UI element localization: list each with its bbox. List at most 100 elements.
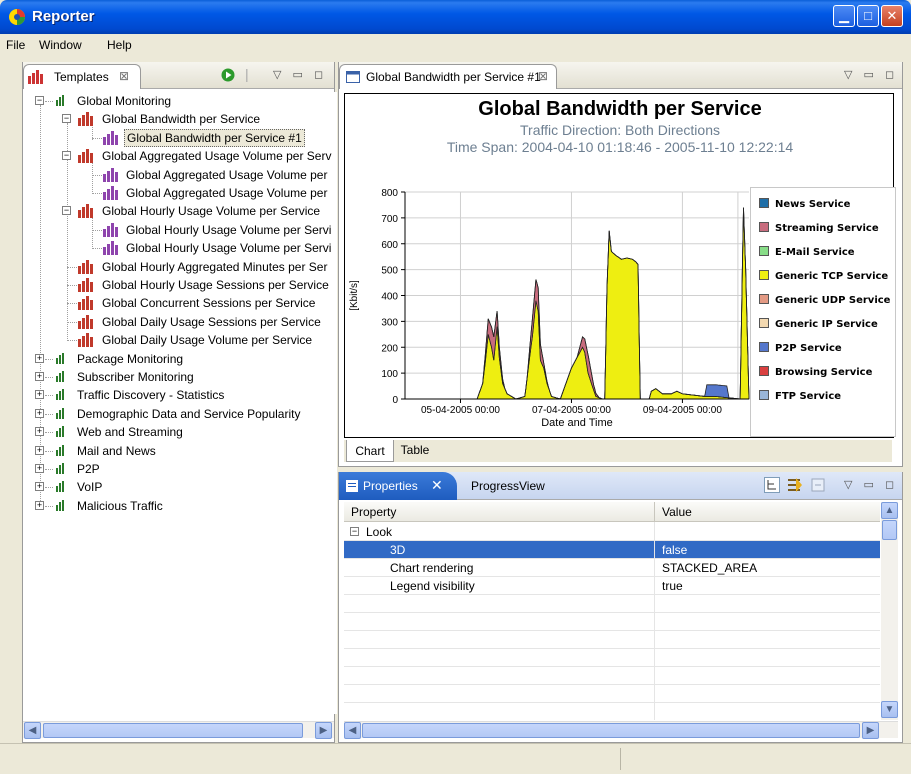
tree-node[interactable]: + P2P xyxy=(25,460,337,478)
group-chart-icon xyxy=(56,389,64,401)
tree-node[interactable]: Global Bandwidth per Service #1 xyxy=(25,128,337,147)
menu-bar: File Window Help xyxy=(0,34,911,56)
arrow-left-icon: ◀ xyxy=(28,725,37,736)
scroll-down-button[interactable]: ▼ xyxy=(881,701,898,718)
property-row[interactable]: 3D false xyxy=(344,541,880,559)
scroll-right-button[interactable]: ▶ xyxy=(862,722,879,739)
tree-node[interactable]: + Mail and News xyxy=(25,442,337,460)
tree-node[interactable]: Global Daily Usage Sessions per Service xyxy=(25,313,337,331)
scroll-thumb[interactable] xyxy=(882,520,897,540)
properties-hscrollbar[interactable]: ◀ ▶ xyxy=(344,721,898,739)
tree-node[interactable]: Global Hourly Usage Volume per Servi xyxy=(25,239,337,257)
tree-node[interactable]: Global Concurrent Sessions per Service xyxy=(25,294,337,312)
legend-swatch xyxy=(759,366,769,376)
expand-icon[interactable]: + xyxy=(35,427,44,437)
tree-node[interactable]: − Global Bandwidth per Service xyxy=(25,110,337,128)
tree-node[interactable]: + Subscriber Monitoring xyxy=(25,368,337,386)
tree-node[interactable]: Global Aggregated Usage Volume per xyxy=(25,184,337,202)
series-area-generic-tcp-service xyxy=(405,207,750,400)
close-icon[interactable]: ✕ xyxy=(431,477,443,494)
column-divider[interactable] xyxy=(654,502,655,522)
property-row[interactable]: Legend visibility true xyxy=(344,577,880,595)
templates-hscrollbar[interactable]: ◀ ▶ xyxy=(23,721,334,739)
tab-chart[interactable]: Chart xyxy=(346,440,394,462)
menu-window[interactable]: Window xyxy=(39,38,82,52)
tree-node[interactable]: Global Hourly Aggregated Minutes per Ser xyxy=(25,258,337,276)
view-menu-icon[interactable]: ▽ ▭ ◻ xyxy=(844,68,898,81)
properties-icon xyxy=(346,480,358,492)
collapse-icon[interactable]: − xyxy=(62,114,71,124)
expand-icon[interactable]: + xyxy=(35,445,44,455)
tab-properties[interactable]: Properties ✕ xyxy=(339,472,457,500)
tab-close-icon[interactable]: ⊠ xyxy=(538,69,548,83)
property-group-look[interactable]: − Look xyxy=(344,523,880,541)
collapse-icon[interactable]: − xyxy=(35,96,44,105)
expand-icon[interactable]: + xyxy=(35,353,44,363)
tree-node[interactable]: Global Aggregated Usage Volume per xyxy=(25,166,337,184)
properties-vscrollbar[interactable]: ▲ ▼ xyxy=(881,502,898,720)
tab-properties-label: Properties xyxy=(363,479,418,493)
filter-icon[interactable] xyxy=(786,477,804,493)
report-icon xyxy=(78,149,93,164)
tab-templates[interactable]: Templates ⊠ xyxy=(23,64,141,89)
tree-node[interactable]: Global Hourly Usage Sessions per Service xyxy=(25,276,337,294)
property-value[interactable]: STACKED_AREA xyxy=(662,559,757,577)
y-tick-label: 400 xyxy=(381,292,398,303)
run-icon[interactable] xyxy=(221,68,235,82)
collapse-icon[interactable]: − xyxy=(350,527,359,536)
tree-node[interactable]: + Web and Streaming xyxy=(25,423,337,441)
status-bar xyxy=(0,743,911,774)
column-header-value[interactable]: Value xyxy=(662,505,692,519)
column-header-property[interactable]: Property xyxy=(351,505,396,519)
expand-icon[interactable]: + xyxy=(35,372,44,381)
expand-icon[interactable]: + xyxy=(35,390,44,400)
tree-node[interactable]: Global Daily Usage Volume per Service xyxy=(25,331,337,349)
close-button[interactable]: ✕ xyxy=(881,5,903,27)
legend-label: Streaming Service xyxy=(775,223,879,234)
expand-icon[interactable]: + xyxy=(35,482,44,492)
menu-help[interactable]: Help xyxy=(107,38,132,52)
tab-progressview[interactable]: ProgressView xyxy=(471,479,545,493)
tree-node-label: Global Concurrent Sessions per Service xyxy=(102,296,316,311)
window-titlebar[interactable]: Reporter ▁ □ ✕ xyxy=(0,0,911,34)
tab-table[interactable]: Table xyxy=(396,440,434,460)
expand-icon[interactable]: + xyxy=(35,464,44,473)
tree-node[interactable]: + Demographic Data and Service Popularity xyxy=(25,405,337,423)
scroll-thumb[interactable] xyxy=(43,723,303,738)
tree-node[interactable]: Global Hourly Usage Volume per Servi xyxy=(25,221,337,239)
scroll-left-button[interactable]: ◀ xyxy=(344,722,361,739)
view-menu-icon[interactable]: ▽ ▭ ◻ xyxy=(844,478,898,491)
property-value[interactable]: true xyxy=(662,577,683,595)
restore-defaults-icon[interactable] xyxy=(810,477,826,493)
arrow-up-icon: ▲ xyxy=(884,505,895,516)
tree-mode-icon[interactable] xyxy=(764,477,780,493)
group-chart-icon xyxy=(56,407,64,419)
view-menu-icon[interactable]: ▽ ▭ ◻ xyxy=(273,68,327,81)
expand-icon[interactable]: + xyxy=(35,500,44,510)
tree-node-label: Global Hourly Aggregated Minutes per Ser xyxy=(102,259,328,274)
collapse-icon[interactable]: − xyxy=(62,206,71,216)
property-row[interactable]: Chart rendering STACKED_AREA xyxy=(344,559,880,577)
chart-canvas[interactable]: Global Bandwidth per Service Traffic Dir… xyxy=(344,93,896,438)
scroll-left-button[interactable]: ◀ xyxy=(24,722,41,739)
tree-node[interactable]: + VoIP xyxy=(25,478,337,496)
report-instance-icon xyxy=(103,167,118,182)
tab-editor-chart[interactable]: Global Bandwidth per Service #1 ⊠ xyxy=(339,64,557,89)
tree-node[interactable]: − Global Aggregated Usage Volume per Serv xyxy=(25,147,337,165)
expand-icon[interactable]: + xyxy=(35,408,44,418)
tree-node-label: Global Monitoring xyxy=(77,94,172,108)
scroll-right-button[interactable]: ▶ xyxy=(315,722,332,739)
tree-node[interactable]: + Malicious Traffic xyxy=(25,497,337,515)
scroll-thumb[interactable] xyxy=(362,723,860,738)
menu-file[interactable]: File xyxy=(6,38,25,52)
tree-node[interactable]: − Global Hourly Usage Volume per Service xyxy=(25,202,337,220)
minimize-button[interactable]: ▁ xyxy=(833,5,855,27)
maximize-button[interactable]: □ xyxy=(857,5,879,27)
tree-node[interactable]: + Package Monitoring xyxy=(25,350,337,368)
scroll-up-button[interactable]: ▲ xyxy=(881,502,898,519)
tab-close-icon[interactable]: ⊠ xyxy=(119,69,129,83)
property-value[interactable]: false xyxy=(662,541,687,559)
tree-node[interactable]: + Traffic Discovery - Statistics xyxy=(25,386,337,404)
tree-node[interactable]: − Global Monitoring xyxy=(25,92,337,110)
collapse-icon[interactable]: − xyxy=(62,151,71,161)
